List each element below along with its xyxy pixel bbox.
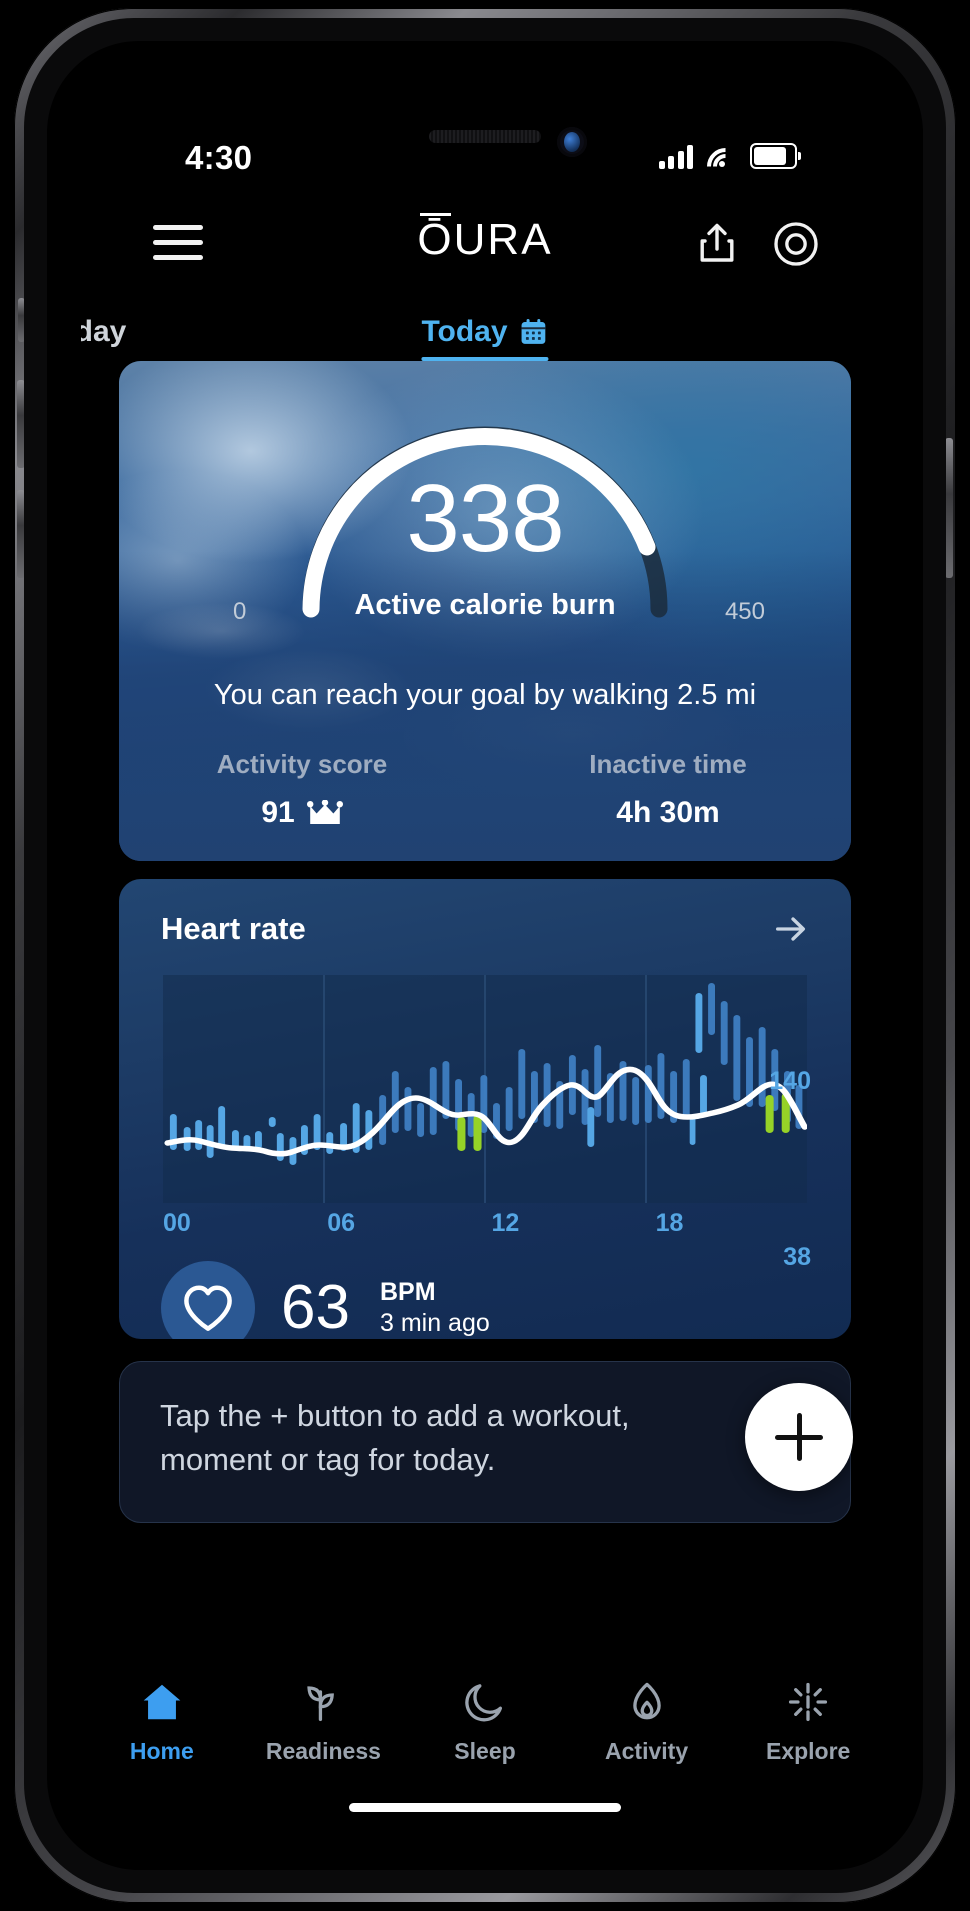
heart-rate-chart-svg bbox=[163, 975, 808, 1203]
status-bar-time: 4:30 bbox=[185, 139, 253, 176]
share-icon[interactable] bbox=[693, 219, 741, 267]
nav-item-home[interactable]: Home bbox=[81, 1678, 243, 1765]
nav-item-activity[interactable]: Activity bbox=[566, 1678, 728, 1765]
x-tick-6: 06 bbox=[327, 1209, 356, 1237]
nav-item-readiness-label: Readiness bbox=[265, 1738, 381, 1764]
nav-item-activity-label: Activity bbox=[605, 1738, 689, 1764]
calendar-icon bbox=[521, 319, 546, 344]
oura-ring-icon[interactable] bbox=[771, 219, 821, 269]
crown-icon bbox=[306, 800, 343, 824]
app-header: ŌURA bbox=[81, 193, 889, 297]
x-tick-0: 00 bbox=[163, 1209, 191, 1237]
add-tag-tip-text: Tap the + button to add a workout, momen… bbox=[160, 1398, 630, 1478]
status-bar-indicators bbox=[658, 140, 801, 193]
phone-inner-frame: 4:30 ŌURA day Today 338 Active calorie b… bbox=[24, 18, 946, 1893]
flame-icon bbox=[623, 1678, 671, 1726]
cellular-signal-icon bbox=[658, 144, 693, 169]
nav-item-sleep[interactable]: Sleep bbox=[404, 1678, 566, 1765]
arrow-right-icon[interactable] bbox=[763, 901, 819, 957]
nav-item-explore[interactable]: Explore bbox=[727, 1678, 889, 1765]
inactive-time-value: 4h 30m bbox=[616, 796, 720, 829]
calorie-value: 338 bbox=[406, 465, 564, 572]
nav-item-home-label: Home bbox=[129, 1738, 194, 1764]
heart-rate-y-max: 140 bbox=[769, 1067, 811, 1095]
tab-today-label: Today bbox=[421, 315, 508, 348]
day-tab-bar: rday Today bbox=[81, 297, 889, 361]
activity-summary-card[interactable]: 338 Active calorie burn 0 450 You can re… bbox=[119, 361, 851, 861]
wifi-icon bbox=[699, 140, 752, 193]
tab-today[interactable]: Today bbox=[421, 315, 549, 361]
nav-item-readiness[interactable]: Readiness bbox=[243, 1678, 405, 1765]
battery-icon bbox=[750, 143, 801, 169]
bpm-timestamp: 3 min ago bbox=[379, 1309, 490, 1337]
bpm-value: 63 bbox=[281, 1273, 350, 1339]
tab-yesterday[interactable]: rday bbox=[81, 315, 126, 361]
earpiece-speaker bbox=[429, 130, 541, 143]
notch bbox=[330, 75, 640, 137]
scroll-content[interactable]: 338 Active calorie burn 0 450 You can re… bbox=[81, 361, 889, 1678]
goal-suggestion-text: You can reach your goal by walking 2.5 m… bbox=[213, 679, 757, 711]
front-camera-icon bbox=[557, 127, 587, 157]
nav-item-explore-label: Explore bbox=[765, 1738, 851, 1764]
x-tick-12: 12 bbox=[491, 1209, 520, 1237]
phone-screen: 4:30 ŌURA day Today 338 Active calorie b… bbox=[81, 75, 889, 1836]
activity-stats-row: Activity score 91 Inactive time 4h 30m bbox=[119, 749, 851, 830]
bpm-unit: BPM bbox=[379, 1277, 436, 1306]
moon-icon bbox=[461, 1678, 509, 1726]
phone-bezel: 4:30 ŌURA day Today 338 Active calorie b… bbox=[47, 41, 923, 1870]
home-indicator[interactable] bbox=[349, 1803, 621, 1812]
screenshot-stage: 4:30 ŌURA day Today 338 Active calorie b… bbox=[0, 0, 970, 1911]
heart-rate-card[interactable]: Heart rate 140 38 00 06 12 18 63 BPM 3 m… bbox=[119, 879, 851, 1339]
home-icon bbox=[138, 1678, 186, 1726]
heart-rate-current-reading: 63 BPM 3 min ago bbox=[161, 1261, 490, 1339]
stat-activity-score[interactable]: Activity score 91 bbox=[119, 749, 485, 830]
heart-rate-y-min: 38 bbox=[783, 1243, 811, 1271]
x-tick-18: 18 bbox=[655, 1209, 684, 1237]
power-button[interactable] bbox=[945, 438, 953, 578]
bpm-meta: BPM 3 min ago bbox=[379, 1277, 490, 1338]
heart-rate-chart: 140 38 bbox=[163, 975, 811, 1271]
explore-sun-icon bbox=[784, 1678, 832, 1726]
brand-rest: URA bbox=[453, 215, 553, 264]
activity-score-value-row: 91 bbox=[119, 796, 485, 830]
phone-frame: 4:30 ŌURA day Today 338 Active calorie b… bbox=[14, 8, 956, 1903]
inactive-time-label: Inactive time bbox=[589, 749, 747, 779]
plus-icon[interactable] bbox=[745, 1383, 853, 1491]
activity-score-value: 91 bbox=[261, 796, 295, 829]
gauge-min-label: 0 bbox=[233, 598, 247, 625]
tab-yesterday-label: rday bbox=[81, 315, 127, 348]
heart-rate-x-axis: 00 06 12 18 bbox=[163, 1209, 807, 1243]
readiness-leaf-icon bbox=[299, 1678, 347, 1726]
heart-icon bbox=[161, 1261, 255, 1339]
page-title: ŌURA bbox=[81, 213, 889, 265]
activity-score-label: Activity score bbox=[216, 749, 388, 779]
brand-o-macron: Ō bbox=[417, 213, 454, 264]
heart-rate-title: Heart rate bbox=[161, 911, 306, 946]
add-tag-tip-card[interactable]: Tap the + button to add a workout, momen… bbox=[119, 1361, 851, 1523]
stat-inactive-time[interactable]: Inactive time 4h 30m bbox=[485, 749, 851, 830]
gauge-max-label: 450 bbox=[724, 598, 765, 625]
nav-item-sleep-label: Sleep bbox=[454, 1738, 516, 1764]
